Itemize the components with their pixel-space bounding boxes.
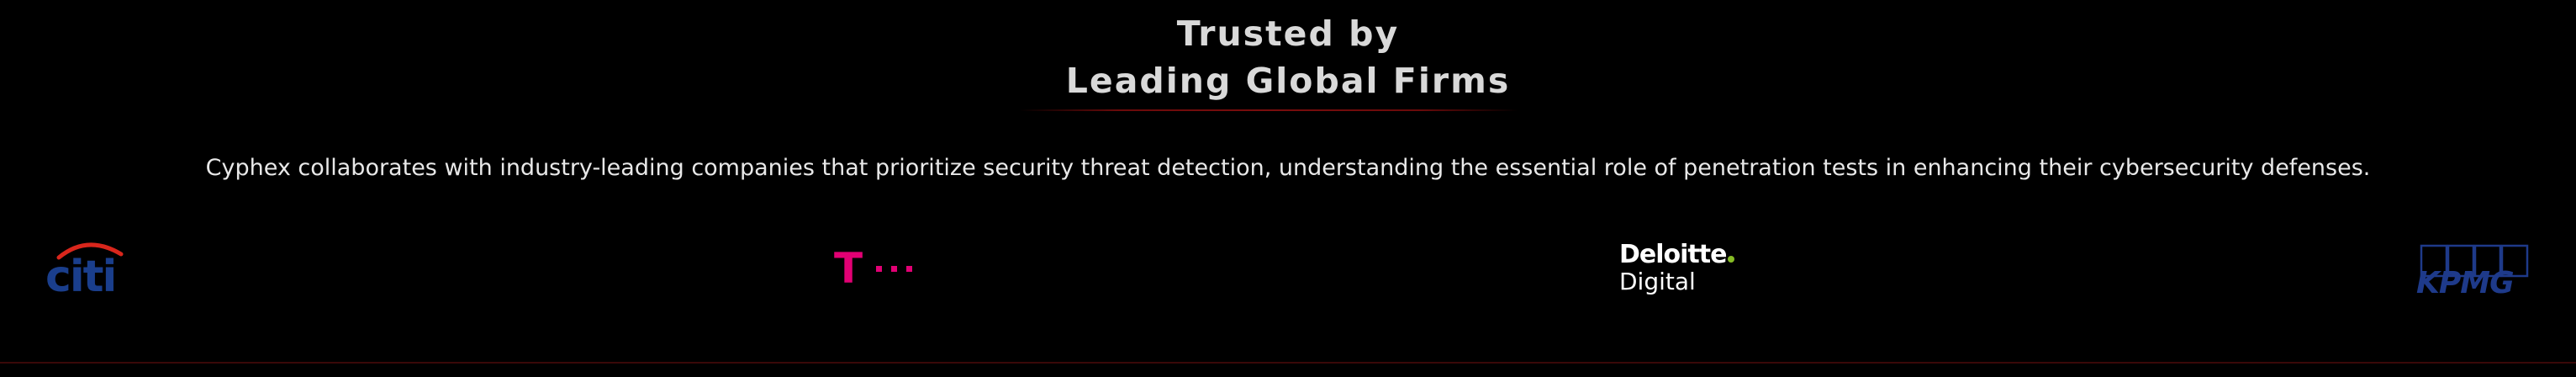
telekom-logo: T xyxy=(834,244,915,293)
title-underline-divider xyxy=(1019,109,1518,111)
section-title-line2: Leading Global Firms xyxy=(1065,61,1511,101)
kpmg-logo: KPMG xyxy=(2415,242,2531,301)
deloitte-green-dot xyxy=(1728,256,1735,263)
citi-logo-graphic: citi xyxy=(45,242,124,302)
deloitte-logo-sub: Digital xyxy=(1619,268,1696,295)
citi-logo: citi xyxy=(44,239,128,302)
telekom-dot-3 xyxy=(906,266,912,272)
citi-logo-text: citi xyxy=(45,252,115,296)
telekom-logo-graphic: T xyxy=(834,244,912,293)
section-title-line1: Trusted by xyxy=(1176,13,1400,54)
kpmg-logo-text: KPMG xyxy=(2416,266,2514,300)
telekom-dot-1 xyxy=(876,266,882,272)
section-description: Cyphex collaborates with industry-leadin… xyxy=(205,155,2371,181)
deloitte-logo-name: Deloitte xyxy=(1619,240,1735,269)
deloitte-digital-logo: Deloitte Digital xyxy=(1619,241,1737,301)
deloitte-logo-name-text: Deloitte xyxy=(1619,240,1727,269)
kpmg-logo-graphic: KPMG xyxy=(2416,244,2529,300)
trusted-by-section: Trusted by Leading Global Firms Cyphex c… xyxy=(0,0,2576,377)
telekom-dot-2 xyxy=(891,266,897,272)
bottom-divider xyxy=(0,362,2576,364)
telekom-logo-letter: T xyxy=(834,246,863,289)
